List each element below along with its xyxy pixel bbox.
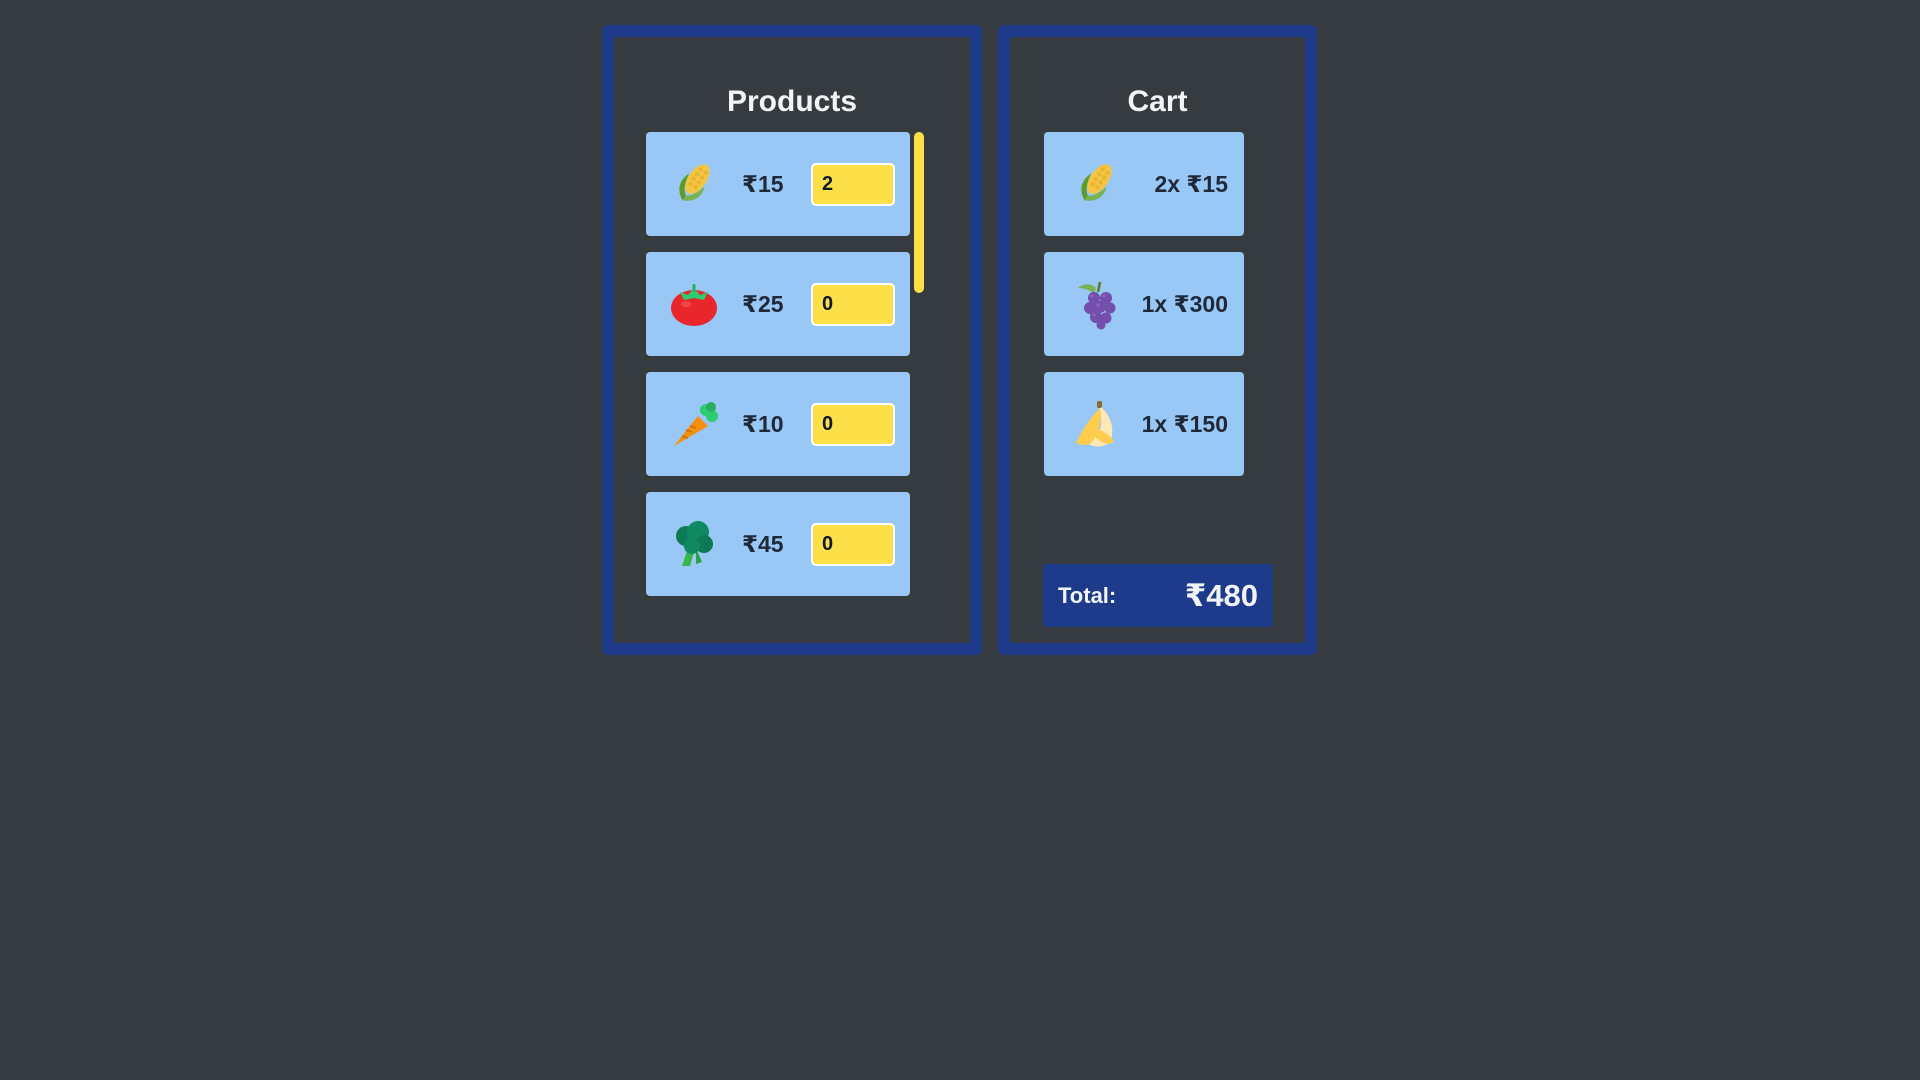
products-title: Products	[726, 85, 858, 118]
product-card-broccoli: ₹45	[646, 492, 910, 596]
quantity-input-carrot[interactable]	[811, 403, 895, 446]
cart-title: Cart	[1127, 85, 1188, 118]
quantity-input-tomato[interactable]	[811, 283, 895, 326]
broccoli-icon	[676, 521, 713, 566]
tomato-icon	[671, 284, 717, 326]
cart-item-line: 1x ₹150	[1141, 411, 1228, 437]
shop-app: Products ₹15 ₹25	[0, 0, 1920, 1080]
product-card-carrot: ₹10	[646, 372, 910, 476]
grapes-icon	[1078, 281, 1116, 330]
quantity-input-corn[interactable]	[811, 163, 895, 206]
product-price: ₹10	[742, 411, 784, 437]
cart-item-corn: 2x ₹15	[1044, 132, 1244, 236]
corn-icon	[679, 164, 710, 201]
total-label: Total:	[1058, 583, 1117, 608]
product-price: ₹45	[742, 531, 784, 557]
cart-item-banana: 1x ₹150	[1044, 372, 1244, 476]
product-card-corn: ₹15	[646, 132, 910, 236]
cart-item-line: 1x ₹300	[1141, 291, 1228, 317]
cart-item-line: 2x ₹15	[1154, 171, 1228, 197]
cart-item-grapes: 1x ₹300	[1044, 252, 1244, 356]
carrot-icon	[674, 402, 718, 446]
quantity-input-broccoli[interactable]	[811, 523, 895, 566]
product-price: ₹15	[742, 171, 784, 197]
total-value: ₹480	[1184, 578, 1258, 613]
banana-icon	[1076, 401, 1114, 447]
product-price: ₹25	[742, 291, 784, 317]
cart-total: Total: ₹480	[1043, 564, 1273, 627]
scrollbar-thumb[interactable]	[914, 132, 924, 293]
corn-icon	[1081, 164, 1112, 201]
product-card-tomato: ₹25	[646, 252, 910, 356]
products-scrollbar[interactable]	[914, 132, 924, 712]
